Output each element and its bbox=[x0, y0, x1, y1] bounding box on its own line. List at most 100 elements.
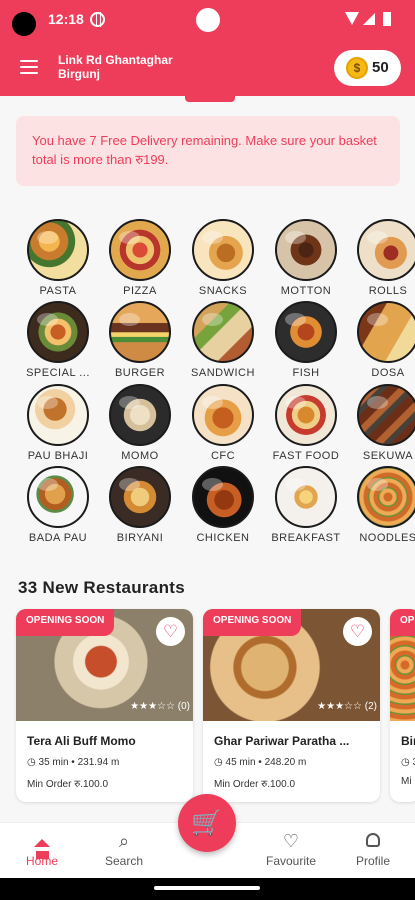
opening-soon-badge: OPEN bbox=[390, 609, 415, 636]
globe-icon bbox=[90, 12, 105, 27]
category-label: BADA PAU bbox=[28, 532, 88, 544]
favourite-button[interactable]: ♡ bbox=[343, 617, 372, 646]
front-camera-icon bbox=[196, 8, 220, 32]
nav-favourite[interactable]: ♡ Favourite bbox=[259, 831, 323, 868]
category-label: CHICKEN bbox=[196, 532, 250, 544]
category-fish[interactable]: FISH bbox=[267, 301, 345, 383]
sekuwa-image bbox=[357, 384, 415, 446]
delivery-time: 35 min bbox=[38, 757, 69, 768]
category-pau-bhaji[interactable]: PAU BHAJI bbox=[19, 384, 97, 466]
category-label: FISH bbox=[292, 367, 320, 379]
distance: 248.20 m bbox=[264, 757, 307, 768]
delivery-location[interactable]: Link Rd Ghantaghar Birgunj bbox=[58, 53, 173, 81]
category-label: MOTTON bbox=[280, 285, 332, 297]
status-time: 12:18 bbox=[48, 11, 84, 27]
burger-image bbox=[109, 301, 171, 363]
rating-stars: ★★★☆☆ bbox=[317, 701, 362, 712]
rolls-image bbox=[357, 219, 415, 281]
breakfast-image bbox=[275, 466, 337, 528]
restaurant-delivery-info: ◷ 3 bbox=[401, 757, 415, 768]
signal-icon bbox=[363, 13, 375, 25]
category-pizza[interactable]: PIZZA bbox=[101, 219, 179, 301]
clock-icon: ◷ bbox=[214, 757, 226, 768]
rating-count: (0) bbox=[177, 701, 190, 712]
new-restaurants-title: 33 New Restaurants bbox=[18, 578, 185, 597]
coin-icon: $ bbox=[346, 57, 368, 79]
minimum-order: Mi bbox=[401, 776, 412, 787]
category-chicken[interactable]: CHICKEN bbox=[184, 466, 262, 548]
category-label: BREAKFAST bbox=[271, 532, 341, 544]
category-label: BURGER bbox=[114, 367, 166, 379]
location-line: Link Rd Ghantaghar bbox=[58, 53, 173, 67]
fast-food-image bbox=[275, 384, 337, 446]
system-navigation-bar bbox=[0, 878, 415, 900]
category-bada-pau[interactable]: BADA PAU bbox=[19, 466, 97, 548]
restaurant-name: Bir bbox=[401, 734, 415, 748]
restaurant-name: Tera Ali Buff Momo bbox=[27, 734, 136, 748]
category-dosa[interactable]: DOSA bbox=[349, 301, 415, 383]
opening-soon-badge: OPENING SOON bbox=[16, 609, 115, 636]
category-rolls[interactable]: ROLLS bbox=[349, 219, 415, 301]
category-label: PAU BHAJI bbox=[27, 450, 89, 462]
category-label: SPECIAL ... bbox=[26, 367, 90, 379]
category-label: NOODLES bbox=[359, 532, 415, 544]
nav-search-label: Search bbox=[104, 854, 144, 868]
menu-icon-line bbox=[20, 66, 38, 68]
category-cfc[interactable]: CFC bbox=[184, 384, 262, 466]
category-snacks[interactable]: SNACKS bbox=[184, 219, 262, 301]
category-burger[interactable]: BURGER bbox=[101, 301, 179, 383]
category-special[interactable]: SPECIAL ... bbox=[19, 301, 97, 383]
distance: 231.94 m bbox=[77, 757, 120, 768]
category-label: ROLLS bbox=[368, 285, 408, 297]
restaurant-card[interactable]: OPEN Bir ◷ 3 Mi bbox=[390, 609, 415, 802]
minimum-order: Min Order रु.100.0 bbox=[27, 779, 109, 790]
gesture-pill[interactable] bbox=[154, 886, 260, 890]
category-momo[interactable]: MOMO bbox=[101, 384, 179, 466]
heart-outline-icon: ♡ bbox=[162, 622, 179, 641]
category-label: PIZZA bbox=[123, 285, 157, 297]
nav-profile[interactable]: Profile bbox=[341, 831, 405, 868]
category-label: SEKUWA bbox=[362, 450, 414, 462]
status-bar: 12:18 bbox=[0, 0, 415, 40]
category-noodles[interactable]: NOODLES bbox=[349, 466, 415, 548]
pasta-image bbox=[27, 219, 89, 281]
category-biryani[interactable]: BIRYANI bbox=[101, 466, 179, 548]
rating-count: (2) bbox=[364, 701, 377, 712]
category-label: FAST FOOD bbox=[272, 450, 340, 462]
free-delivery-notice: You have 7 Free Delivery remaining. Make… bbox=[16, 116, 400, 186]
category-label: SANDWICH bbox=[191, 367, 255, 379]
momo-image bbox=[109, 384, 171, 446]
pau-bhaji-image bbox=[27, 384, 89, 446]
cart-button[interactable]: 🛒 bbox=[178, 794, 236, 852]
delivery-time: 45 min bbox=[225, 757, 256, 768]
category-label: DOSA bbox=[371, 367, 405, 379]
opening-soon-badge: OPENING SOON bbox=[203, 609, 302, 636]
restaurant-card[interactable]: OPENING SOON ♡ ★★★☆☆ (0) Tera Ali Buff M… bbox=[16, 609, 193, 802]
category-label: SNACKS bbox=[198, 285, 248, 297]
coin-balance: 50 bbox=[372, 59, 389, 76]
wifi-icon bbox=[345, 12, 359, 25]
app-header: Link Rd Ghantaghar Birgunj $ 50 bbox=[0, 40, 415, 96]
category-sandwich[interactable]: SANDWICH bbox=[184, 301, 262, 383]
category-motton[interactable]: MOTTON bbox=[267, 219, 345, 301]
profile-icon bbox=[341, 831, 405, 854]
restaurant-delivery-info: ◷ 45 min • 248.20 m bbox=[214, 757, 307, 768]
nav-home-label: Home bbox=[25, 854, 58, 868]
minimum-order: Min Order रु.100.0 bbox=[214, 779, 296, 790]
coin-balance-button[interactable]: $ 50 bbox=[334, 50, 401, 86]
category-breakfast[interactable]: BREAKFAST bbox=[267, 466, 345, 548]
category-sekuwa[interactable]: SEKUWA bbox=[349, 384, 415, 466]
banner-edge bbox=[185, 96, 235, 102]
menu-icon-line bbox=[20, 72, 38, 74]
category-pasta[interactable]: PASTA bbox=[19, 219, 97, 301]
nav-search[interactable]: ⌕ Search bbox=[92, 831, 156, 868]
status-indicators bbox=[345, 10, 403, 30]
category-fast-food[interactable]: FAST FOOD bbox=[267, 384, 345, 466]
menu-icon bbox=[20, 60, 38, 62]
restaurant-card[interactable]: OPENING SOON ♡ ★★★☆☆ (2) Ghar Pariwar Pa… bbox=[203, 609, 380, 802]
menu-button[interactable] bbox=[20, 60, 38, 76]
cfc-image bbox=[192, 384, 254, 446]
nav-home[interactable]: Home bbox=[10, 831, 74, 868]
heart-icon: ♡ bbox=[282, 831, 300, 851]
favourite-button[interactable]: ♡ bbox=[156, 617, 185, 646]
